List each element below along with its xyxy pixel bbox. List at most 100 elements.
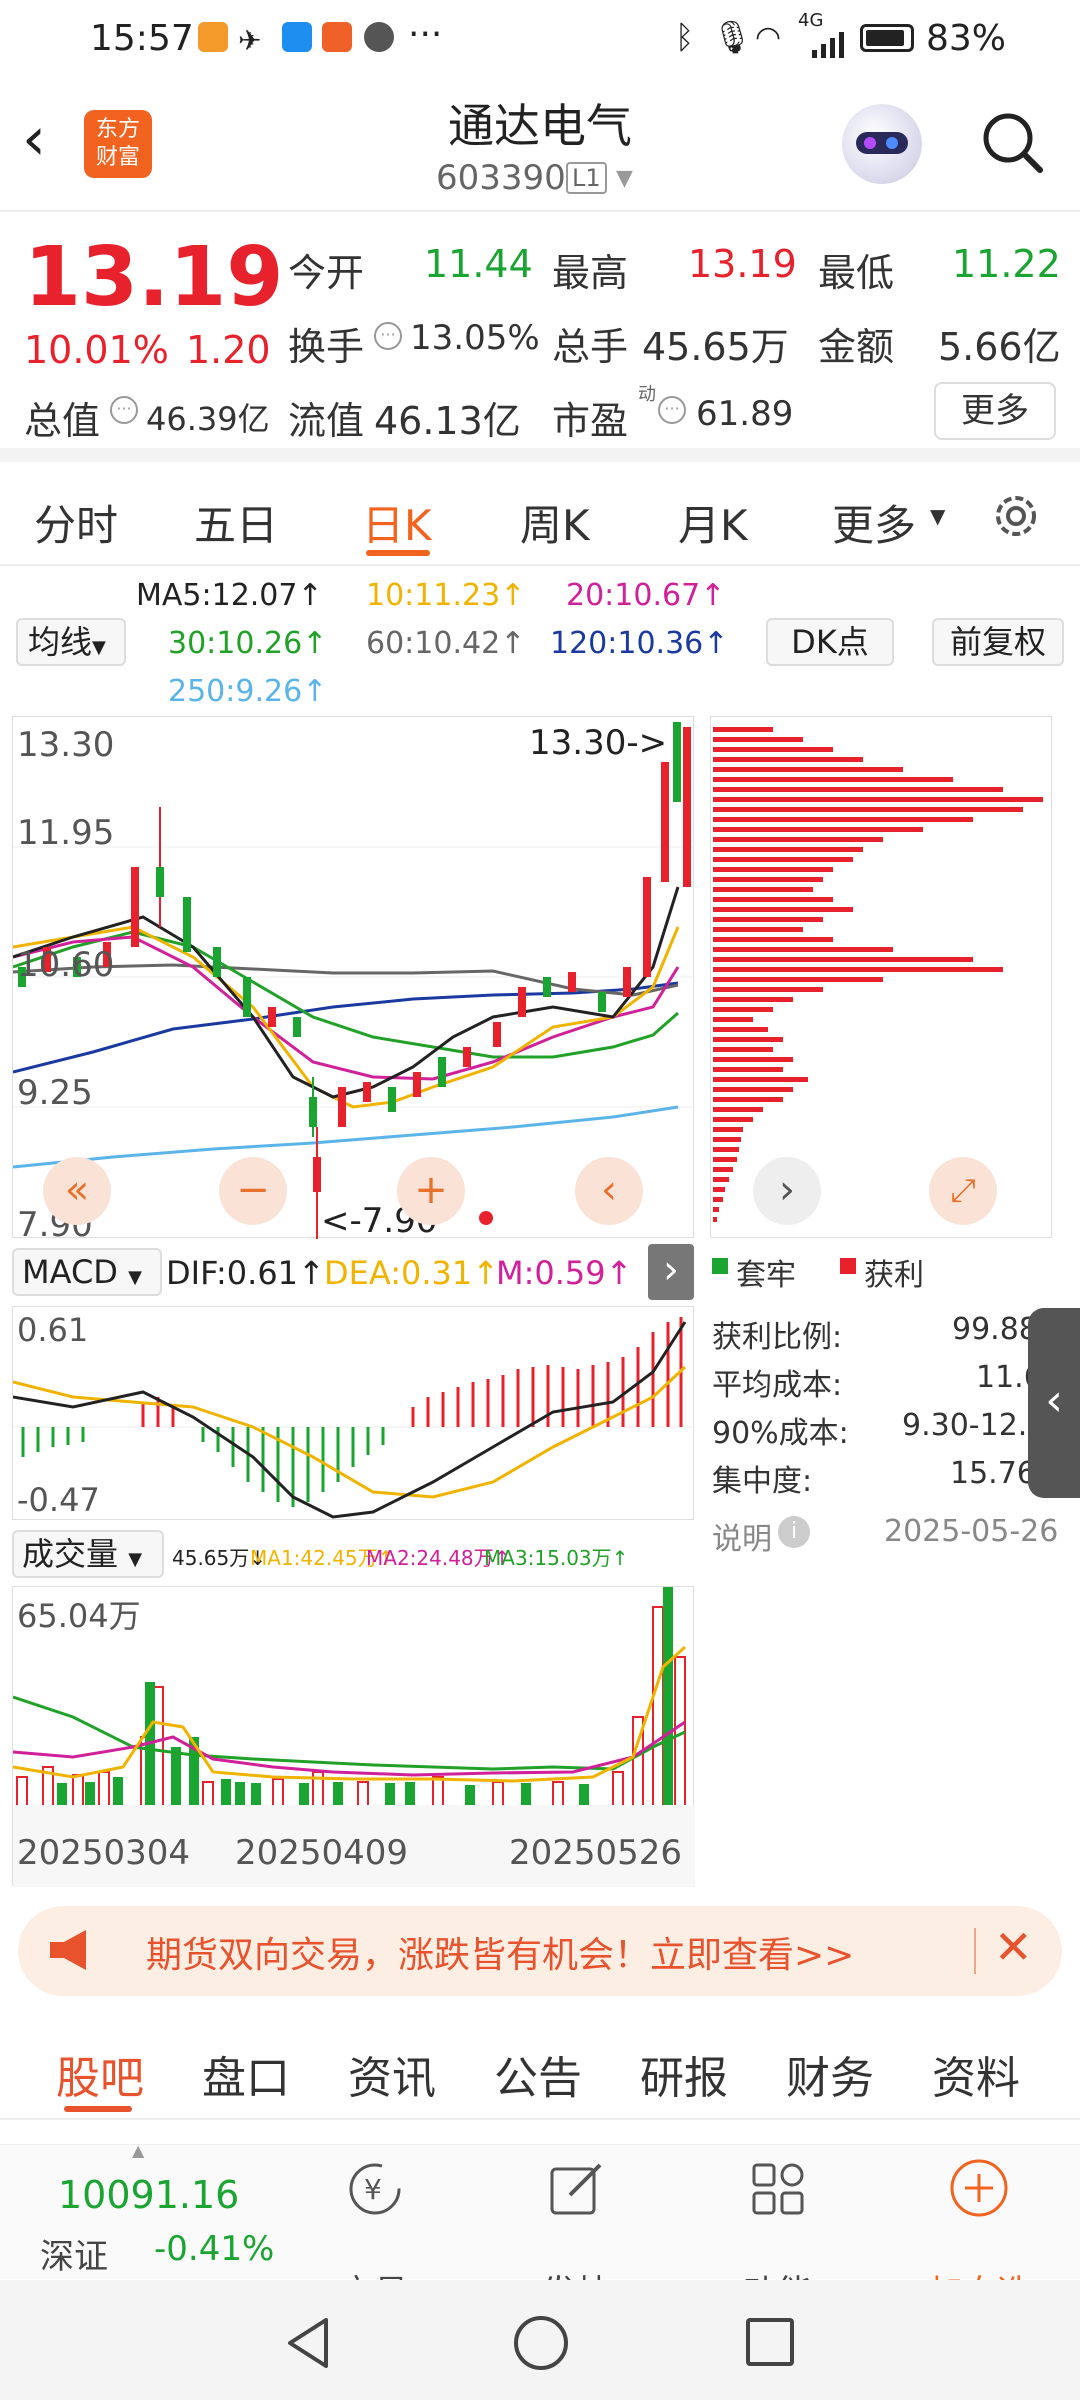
cost90-value: 9.30-12.7 <box>902 1408 1047 1443</box>
macd-dea: DEA:0.31↑ <box>324 1254 500 1292</box>
chip-distribution-chart[interactable]: › ⤢ <box>710 716 1052 1238</box>
tab-announcements[interactable]: 公告 <box>494 2042 582 2106</box>
volume-ma3: MA3:15.03万↑ <box>484 1546 629 1570</box>
side-drawer-handle-icon[interactable]: ‹ <box>1028 1308 1080 1498</box>
info-icon[interactable]: ··· <box>374 322 402 350</box>
profit-legend-swatch <box>840 1258 856 1274</box>
robot-assistant-icon[interactable] <box>842 104 922 184</box>
status-bar: 15:57 ✈ ··· ᛒ 🎙 ◠ 4G 83% <box>0 0 1080 80</box>
high-value: 13.19 <box>688 242 797 286</box>
banner-divider <box>974 1928 976 1974</box>
stock-header: ‹ 东方 财富 通达电气 603390 L1 ▼ <box>0 80 1080 212</box>
tab-finance[interactable]: 财务 <box>786 2042 874 2106</box>
zoom-out-icon[interactable]: − <box>219 1157 287 1225</box>
info-icon[interactable]: i <box>778 1516 810 1548</box>
tab-news[interactable]: 资讯 <box>348 2042 436 2106</box>
tab-profile[interactable]: 资料 <box>932 2042 1020 2106</box>
promo-banner[interactable]: 期货双向交易，涨跌皆有机会！立即查看>> ✕ <box>18 1906 1062 1996</box>
add-watchlist-icon[interactable] <box>948 2157 1010 2219</box>
volume-value: 45.65万 <box>642 325 789 369</box>
tab-intraday[interactable]: 分时 <box>34 492 118 553</box>
current-price: 13.19 <box>24 230 284 325</box>
index-value[interactable]: 10091.16 <box>58 2173 239 2217</box>
tab-more[interactable]: 更多 <box>832 492 916 553</box>
active-bottom-tab-indicator <box>64 2106 132 2112</box>
index-name[interactable]: 深证 <box>40 2229 108 2278</box>
tab-forum[interactable]: 股吧 <box>56 2042 144 2106</box>
bluetooth-icon: ᛒ <box>675 18 695 56</box>
macd-svg <box>12 1317 695 1519</box>
tab-research[interactable]: 研报 <box>640 2042 728 2106</box>
nav-back-icon[interactable] <box>282 2316 336 2370</box>
macd-dif: DIF:0.61↑ <box>166 1254 325 1292</box>
function-grid-icon[interactable] <box>748 2159 808 2219</box>
dk-point-button[interactable]: DK点 <box>766 618 894 666</box>
turnover-label: 换手 <box>288 325 365 369</box>
low-label: 最低 <box>818 251 895 295</box>
clock: 15:57 <box>90 18 194 59</box>
volume-selector[interactable]: 成交量 ▼ <box>12 1530 164 1578</box>
tab-monthly-k[interactable]: 月K <box>678 492 748 553</box>
more-button[interactable]: 更多 <box>934 382 1056 440</box>
chip-note[interactable]: 说明 <box>712 1514 772 1558</box>
index-change[interactable]: -0.41% <box>154 2229 274 2269</box>
volume-chart[interactable]: 65.04万 20250304 20250409 20250526 <box>12 1586 695 1887</box>
float-value: 46.13亿 <box>374 399 521 443</box>
fast-rewind-icon[interactable]: « <box>43 1157 111 1225</box>
tab-five-day[interactable]: 五日 <box>194 492 278 553</box>
date-label-mid: 20250409 <box>235 1833 409 1873</box>
pe-label: 市盈 <box>552 399 629 443</box>
price-axis-top: 13.30 <box>17 725 115 765</box>
pe-dynamic-sup: 动 <box>638 384 656 405</box>
macd-chart[interactable]: 0.61 -0.47 <box>12 1306 695 1520</box>
nav-home-icon[interactable] <box>514 2316 568 2370</box>
chart-period-tabs: 分时 五日 日K 周K 月K 更多 ▼ <box>0 462 1080 566</box>
tab-daily-k[interactable]: 日K <box>362 492 432 553</box>
info-icon[interactable]: ··· <box>110 396 138 424</box>
trade-icon[interactable]: ¥ <box>340 2159 410 2219</box>
avg-cost-label: 平均成本: <box>712 1368 843 1403</box>
signal-icon <box>812 26 846 58</box>
adjust-button[interactable]: 前复权 <box>932 618 1064 666</box>
price-axis-mid1: 11.95 <box>17 813 115 853</box>
caret-down-icon[interactable]: ▼ <box>930 504 945 528</box>
amount-label: 金额 <box>818 325 895 369</box>
max-price-marker: 13.30-> <box>529 723 668 763</box>
profit-ratio-value: 99.88 <box>952 1312 1038 1347</box>
kline-chart[interactable]: 13.30 11.95 10.60 9.25 7.90 13.30-> <-7.… <box>12 716 695 1245</box>
edit-post-icon[interactable] <box>546 2159 606 2219</box>
content-tabs: 股吧 盘口 资讯 公告 研报 财务 资料 <box>0 2020 1080 2120</box>
macd-selector[interactable]: MACD ▼ <box>12 1248 162 1296</box>
microphone-icon: 🎙 <box>712 18 753 56</box>
search-icon[interactable] <box>980 110 1044 174</box>
price-axis-mid2: 10.60 <box>17 945 115 985</box>
float-label: 流值 <box>288 399 365 443</box>
pe-value: 61.89 <box>696 394 794 434</box>
tab-orderbook[interactable]: 盘口 <box>202 2042 290 2106</box>
low-value: 11.22 <box>952 242 1061 286</box>
change-amount: 1.20 <box>186 328 271 372</box>
close-icon[interactable]: ✕ <box>994 1920 1033 1974</box>
zoom-in-icon[interactable]: + <box>397 1157 465 1225</box>
ma10-value: 10:11.23↑ <box>366 578 526 613</box>
mktcap-value: 46.39亿 <box>146 400 270 438</box>
expand-icon[interactable]: ⤢ <box>929 1157 997 1225</box>
info-icon[interactable]: ··· <box>658 396 686 424</box>
expand-indicators-icon[interactable]: › <box>648 1244 694 1300</box>
caret-up-icon[interactable]: ▲ <box>132 2141 144 2160</box>
chevron-down-icon[interactable]: ▼ <box>616 166 633 191</box>
audio-app-icon <box>364 22 394 52</box>
tab-weekly-k[interactable]: 周K <box>520 492 590 553</box>
amount-value: 5.66亿 <box>938 325 1061 369</box>
ma-selector[interactable]: 均线▼ <box>16 618 126 666</box>
step-back-icon[interactable]: ‹ <box>575 1157 643 1225</box>
level-badge[interactable]: L1 <box>566 162 607 194</box>
change-percent: 10.01% <box>24 328 169 372</box>
settings-gear-icon[interactable] <box>988 488 1044 544</box>
stock-code[interactable]: 603390 <box>436 158 566 198</box>
nav-recents-icon[interactable] <box>746 2318 794 2366</box>
chip-next-icon[interactable]: › <box>753 1157 821 1225</box>
volume-label: 总手 <box>552 325 629 369</box>
more-notifications-icon: ··· <box>408 14 443 55</box>
banner-text[interactable]: 期货双向交易，涨跌皆有机会！立即查看>> <box>146 1926 854 1978</box>
